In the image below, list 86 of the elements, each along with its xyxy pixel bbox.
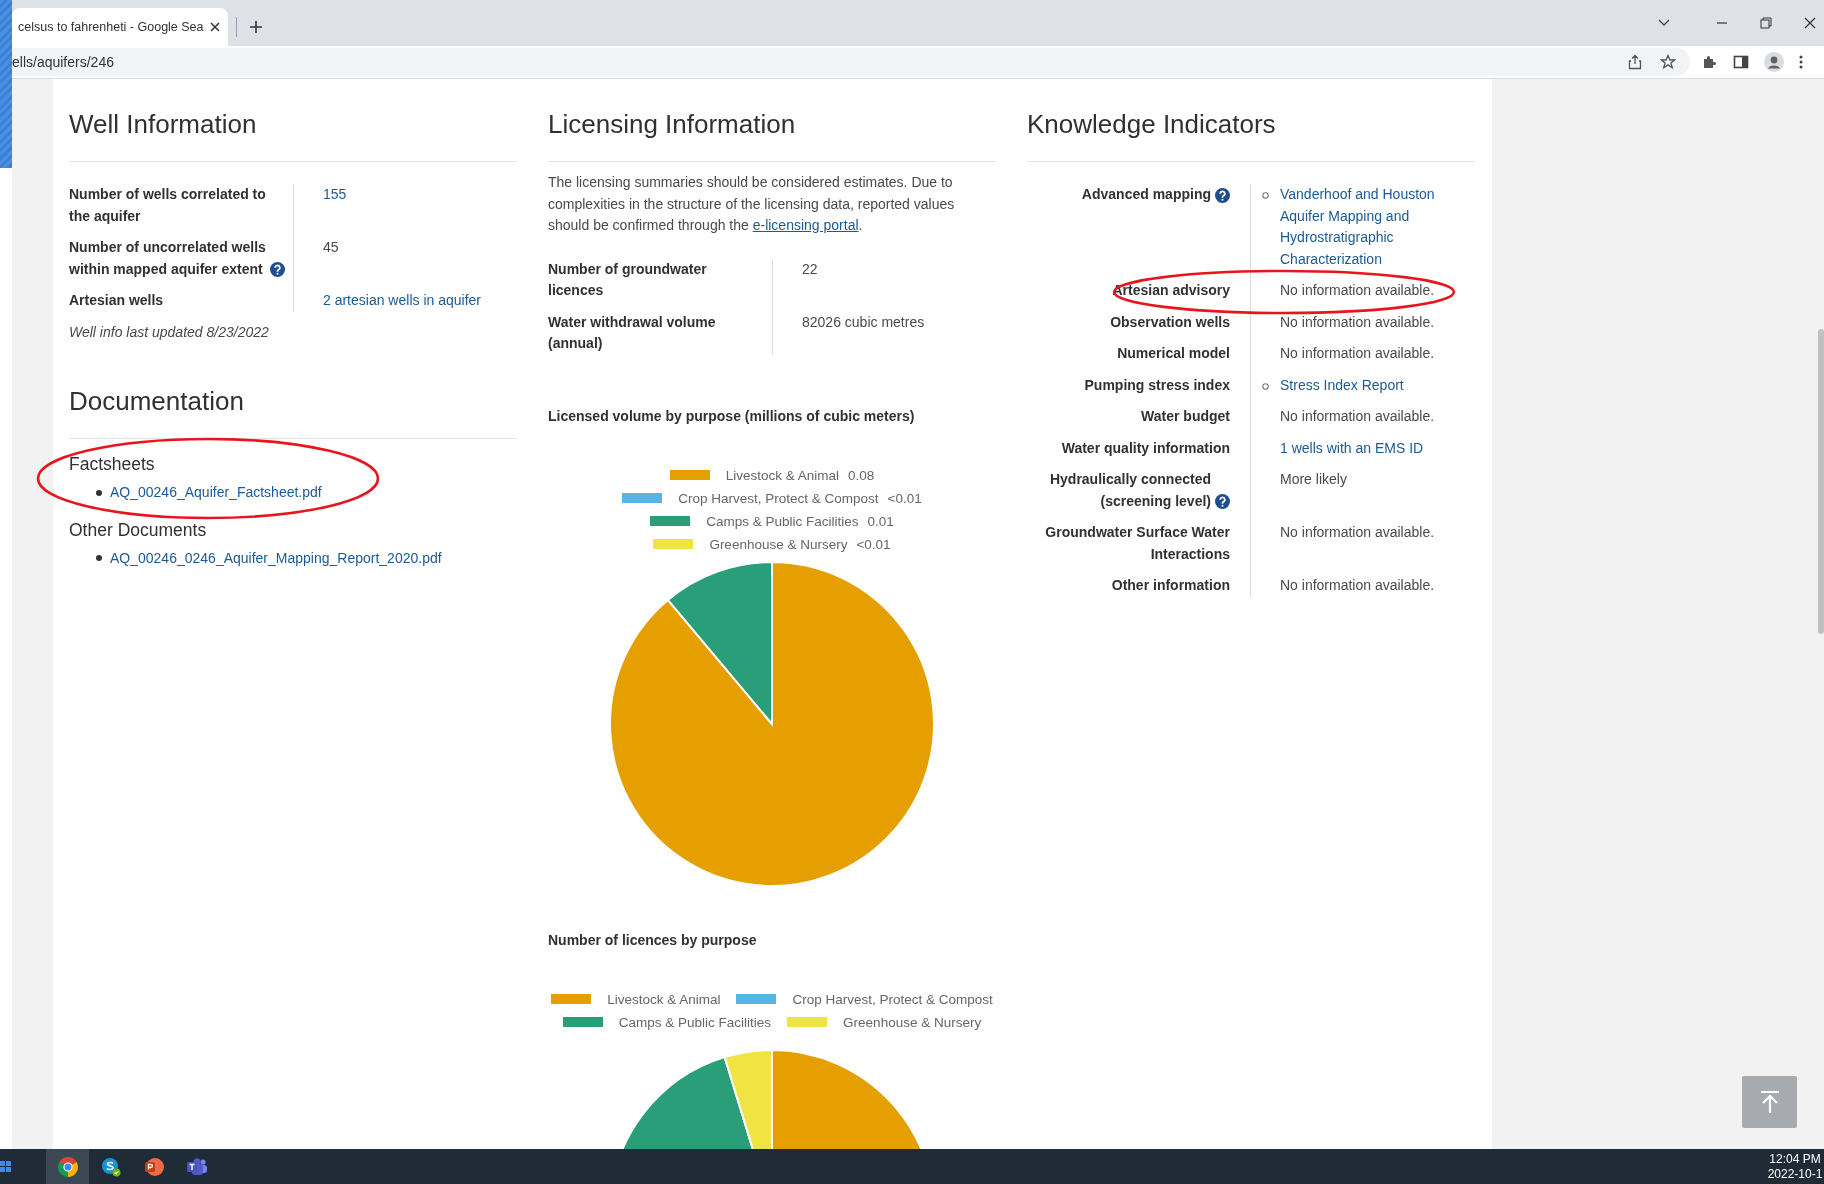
section-heading: Documentation	[69, 385, 245, 418]
close-icon[interactable]	[1804, 17, 1816, 29]
row-value: 22	[802, 260, 818, 277]
row-value: No information available.	[1280, 345, 1435, 361]
file-link[interactable]: AQ_00246_Aquifer_Factsheet.pdf	[110, 482, 322, 504]
help-icon[interactable]	[1215, 494, 1230, 509]
tab-title: celsus to fahrenheti - Google Sea	[18, 20, 204, 34]
row-label: Artesian wells	[69, 291, 164, 310]
row-label: Water quality information	[1061, 438, 1230, 458]
legend-label: Livestock & Animal	[607, 990, 721, 1009]
value-link[interactable]: 155	[323, 186, 347, 202]
clock-time: 12:04 PM	[1769, 1151, 1821, 1167]
side-panel-icon[interactable]	[1733, 54, 1749, 70]
row-value: No information available.	[1280, 577, 1435, 593]
row-label: Water withdrawal volume (annual)	[548, 312, 717, 353]
legend-label: Camps & Public Facilities	[706, 512, 859, 531]
row-label: Number of uncorrelated wells within mapped aquifer extent	[69, 238, 266, 279]
legend-label: Camps & Public Facilities	[618, 1013, 772, 1032]
legend-value: <0.01	[887, 489, 922, 508]
chart-title: Licensed volume by purpose (millions of cubic meters)	[548, 406, 916, 426]
section-heading: Licensing Information	[548, 108, 797, 141]
row-label: Groundwater Surface Water Interactions	[1044, 523, 1230, 564]
row-value: No information available.	[1280, 313, 1435, 330]
share-icon[interactable]	[1627, 54, 1643, 70]
row-label: Water budget	[1141, 407, 1230, 426]
value-link[interactable]: Stress Index Report	[1280, 374, 1404, 396]
chat-icon	[100, 1156, 121, 1177]
row-label: Numerical model	[1117, 344, 1230, 363]
file-link[interactable]: AQ_00246_0246_Aquifer_Mapping_Report_2020.pdf	[110, 547, 442, 569]
address-bar[interactable]: ells/aquifers/246	[12, 48, 1690, 76]
row-label: Number of groundwater licences	[548, 259, 708, 300]
row-value: No information available.	[1280, 282, 1435, 298]
plus-icon[interactable]	[248, 20, 263, 34]
help-icon[interactable]	[1215, 187, 1230, 203]
bullet-icon	[96, 555, 102, 562]
chevron-down-icon[interactable]	[1658, 19, 1670, 27]
legend-label: Greenhouse & Nursery	[709, 535, 848, 554]
legend-label: Crop Harvest, Protect & Compost	[678, 489, 879, 508]
legend-value: <0.01	[856, 535, 891, 554]
value-link[interactable]: 1 wells with an EMS ID	[1280, 439, 1424, 456]
row-value: 82026 cubic metres	[802, 313, 925, 330]
legend-value: 0.01	[867, 512, 894, 531]
help-icon[interactable]	[270, 262, 285, 277]
row-label: Hydraulically connected (screening level)	[1048, 470, 1211, 511]
close-icon[interactable]	[209, 22, 220, 32]
section-heading: Knowledge Indicators	[1027, 108, 1277, 141]
row-value: 45	[323, 239, 339, 255]
group-heading: Other Documents	[69, 518, 208, 541]
row-label: Pumping stress index	[1084, 375, 1230, 395]
group-heading: Factsheets	[69, 453, 156, 475]
row-label: Other information	[1111, 576, 1230, 595]
portal-link[interactable]: e-licensing portal	[752, 217, 859, 233]
update-note: Well info last updated 8/23/2022	[69, 322, 270, 342]
bullet-icon	[1262, 382, 1269, 390]
browser-tab[interactable]: celsus to fahrenheti - Google Sea	[12, 8, 228, 46]
bullet-icon	[96, 489, 102, 496]
profile-icon[interactable]	[1764, 52, 1784, 72]
star-icon[interactable]	[1660, 54, 1676, 70]
browser-icon	[57, 1156, 78, 1177]
section-heading: Well Information	[69, 108, 258, 141]
value-link[interactable]: Vanderhoof and Houston Aquifer Mapping and Hydrostratigraphic Characterization	[1280, 184, 1452, 270]
row-label: Observation wells	[1110, 312, 1230, 332]
intro-paragraph: The licensing summaries should be considered estimates. Due to complexities in the structure of the licensing data, reported values should be confirmed through the e-licensing portal.	[548, 173, 956, 235]
team-icon	[185, 1156, 208, 1177]
windows-icon[interactable]	[0, 1158, 12, 1175]
row-value: No information available.	[1280, 408, 1435, 424]
url-text: ells/aquifers/246	[12, 54, 115, 70]
taskbar-app-button[interactable]	[46, 1149, 89, 1184]
row-label: Number of wells correlated to the aquifer	[69, 185, 267, 226]
presentation-icon	[143, 1156, 164, 1177]
legend-value: 0.08	[848, 466, 875, 485]
more-icon[interactable]	[1799, 54, 1803, 70]
row-value: More likely	[1280, 471, 1347, 487]
legend-label: Livestock & Animal	[725, 466, 839, 485]
clock-date: 2022-10-1	[1767, 1166, 1823, 1182]
arrow-up-icon	[1758, 1090, 1781, 1114]
legend-label: Greenhouse & Nursery	[843, 1013, 982, 1032]
restore-icon[interactable]	[1760, 17, 1772, 29]
row-label: Advanced mapping	[1081, 185, 1211, 204]
chart-title: Number of licences by purpose	[548, 930, 758, 950]
scrollbar-thumb[interactable]	[1818, 329, 1824, 634]
legend-label: Crop Harvest, Protect & Compost	[792, 990, 993, 1009]
row-value: No information available.	[1280, 524, 1435, 540]
puzzle-icon[interactable]	[1702, 54, 1718, 70]
bullet-icon	[1262, 192, 1269, 199]
value-link[interactable]: 2 artesian wells in aquifer	[323, 292, 481, 308]
